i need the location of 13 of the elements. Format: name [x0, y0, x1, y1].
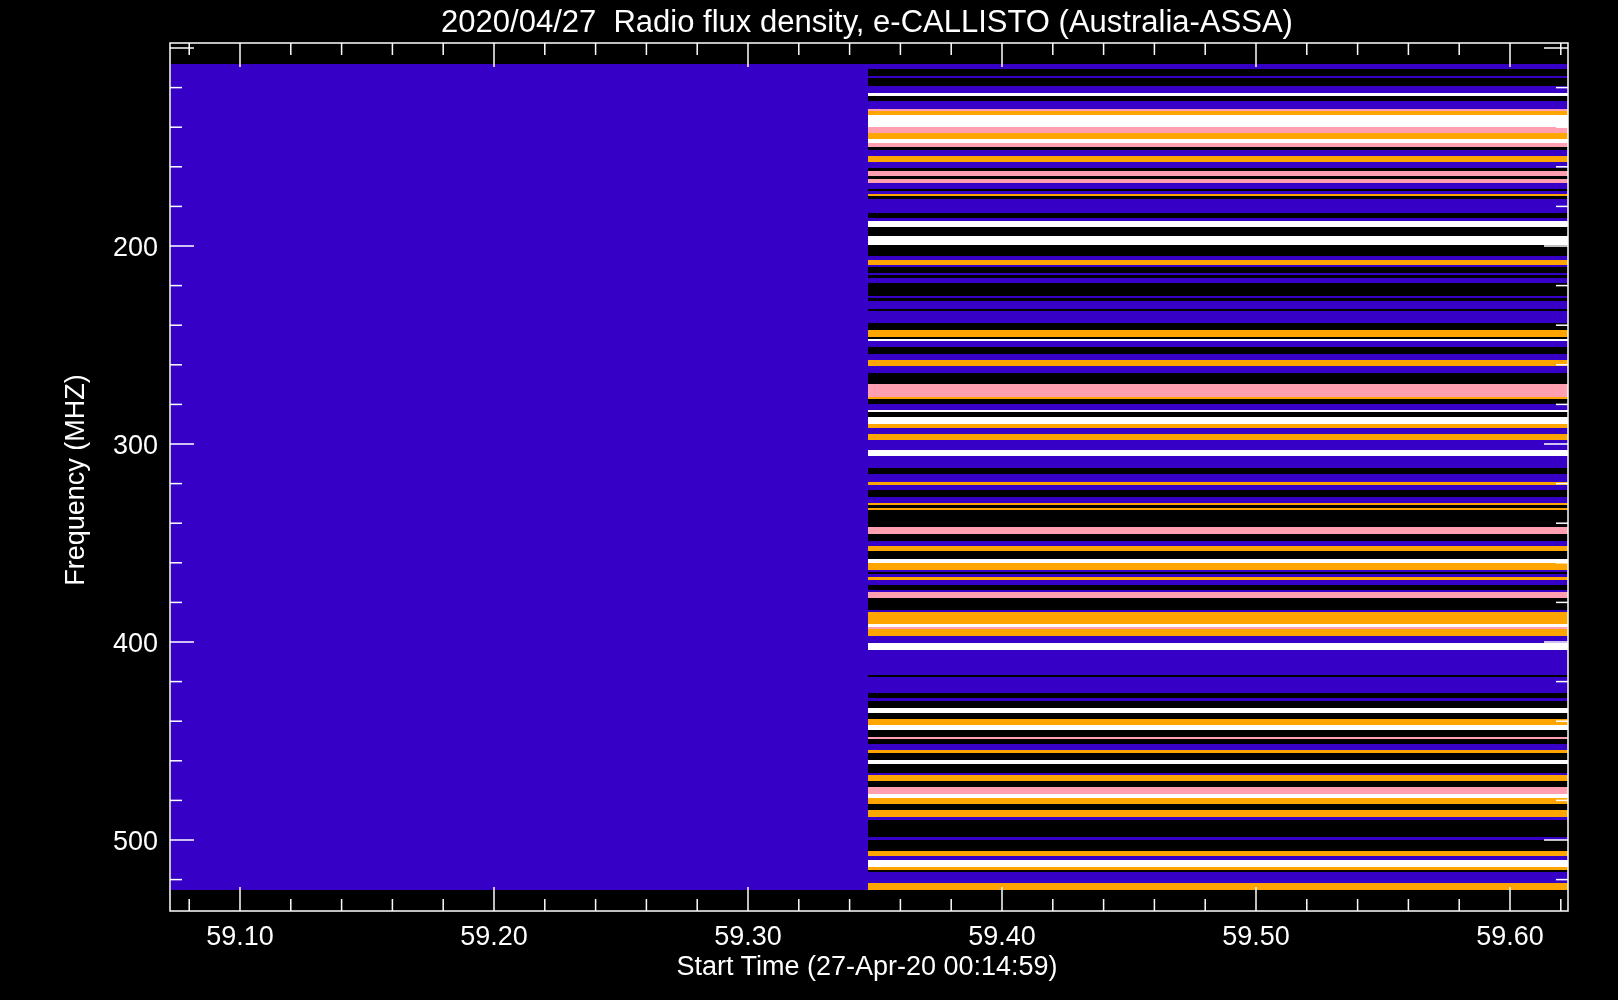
- tick-label: 59.40: [968, 921, 1036, 951]
- y-axis-label: Frequency (MHZ): [60, 374, 90, 586]
- tick-label: 59.20: [460, 921, 528, 951]
- tick-label: 500: [112, 826, 158, 856]
- tick-label: 400: [112, 628, 158, 658]
- tick-label: 300: [112, 430, 158, 460]
- x-axis-label: Start Time (27-Apr-20 00:14:59): [676, 951, 1058, 981]
- chart-title: 2020/04/27 Radio flux density, e-CALLISTO (Australia-ASSA): [441, 4, 1293, 39]
- tick-label: 59.30: [714, 921, 782, 951]
- tick-label: 59.50: [1222, 921, 1290, 951]
- tick-label: 200: [112, 232, 158, 262]
- tick-label: 59.10: [206, 921, 274, 951]
- tick-label: 59.60: [1476, 921, 1544, 951]
